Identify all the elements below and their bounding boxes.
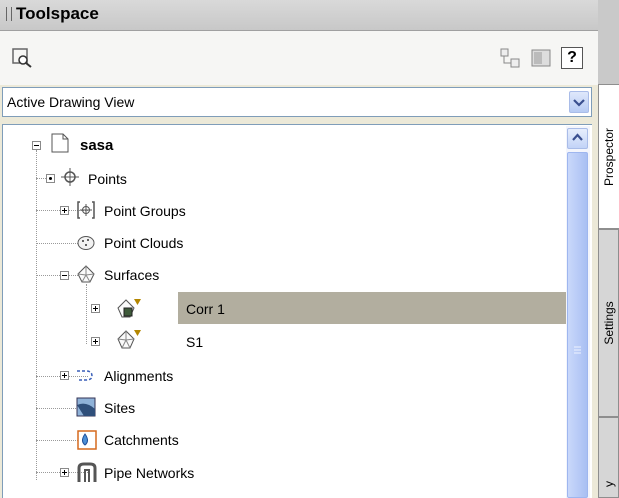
sites-icon [76,397,96,417]
tree-connector [36,150,37,480]
tree-item-label: Sites [104,400,136,416]
selected-row-highlight [178,292,566,324]
chevron-down-icon[interactable] [569,91,589,113]
points-icon [60,167,80,187]
tab-survey[interactable]: y [598,417,619,498]
tree-item-label: Corr 1 [186,301,225,317]
collapse-toggle[interactable] [32,141,41,150]
tab-settings[interactable]: Settings [598,229,619,417]
search-icon[interactable] [12,47,34,69]
tree-item-label: Alignments [104,368,174,384]
expand-toggle[interactable] [60,206,69,215]
tab-label: y [601,481,616,487]
surfaces-icon [76,264,96,284]
drawing-icon [50,132,70,153]
toolspace-tabs: Prospector Settings y [598,0,619,498]
view-dropdown[interactable]: Active Drawing View [2,87,592,117]
grip-handle[interactable] [6,7,12,21]
tree-item-label: Point Groups [104,203,186,219]
tree-item-label: S1 [186,334,204,350]
tree-item-label: Surfaces [104,267,160,283]
tree-root-label: sasa [80,137,114,154]
tree-scrollbar[interactable] [566,126,590,498]
view-dropdown-value: Active Drawing View [7,94,135,110]
expand-toggle[interactable] [60,371,69,380]
point-clouds-icon [76,233,96,253]
toolspace-title: Toolspace [16,4,99,23]
tab-label: Settings [601,301,616,345]
scroll-up-button[interactable] [567,128,588,149]
panel-icon[interactable] [530,47,552,69]
points-toggle[interactable] [46,174,55,183]
scroll-thumb[interactable] [567,152,588,498]
collapse-toggle[interactable] [60,271,69,280]
surface-locked-icon [116,297,141,318]
pipe-networks-icon [76,462,97,482]
toolbar: ? [0,31,598,85]
structure-icon[interactable] [499,47,521,69]
tree-item-label: Pipe Networks [104,465,195,481]
help-icon[interactable]: ? [561,47,583,69]
tab-label: Prospector [602,127,616,186]
toolspace-titlebar[interactable]: Toolspace [0,0,598,31]
point-groups-icon [76,200,96,220]
expand-toggle[interactable] [60,468,69,477]
tab-prospector[interactable]: Prospector [598,84,619,229]
tree-connector [86,284,87,344]
catchments-icon [76,429,97,450]
expand-toggle[interactable] [91,304,100,313]
expand-toggle[interactable] [91,337,100,346]
tree-item-label: Catchments [104,432,179,448]
surface-icon [116,328,141,349]
tree-item-label: Point Clouds [104,235,184,251]
tree-item-label: Points [88,171,127,187]
alignments-icon [76,365,96,385]
